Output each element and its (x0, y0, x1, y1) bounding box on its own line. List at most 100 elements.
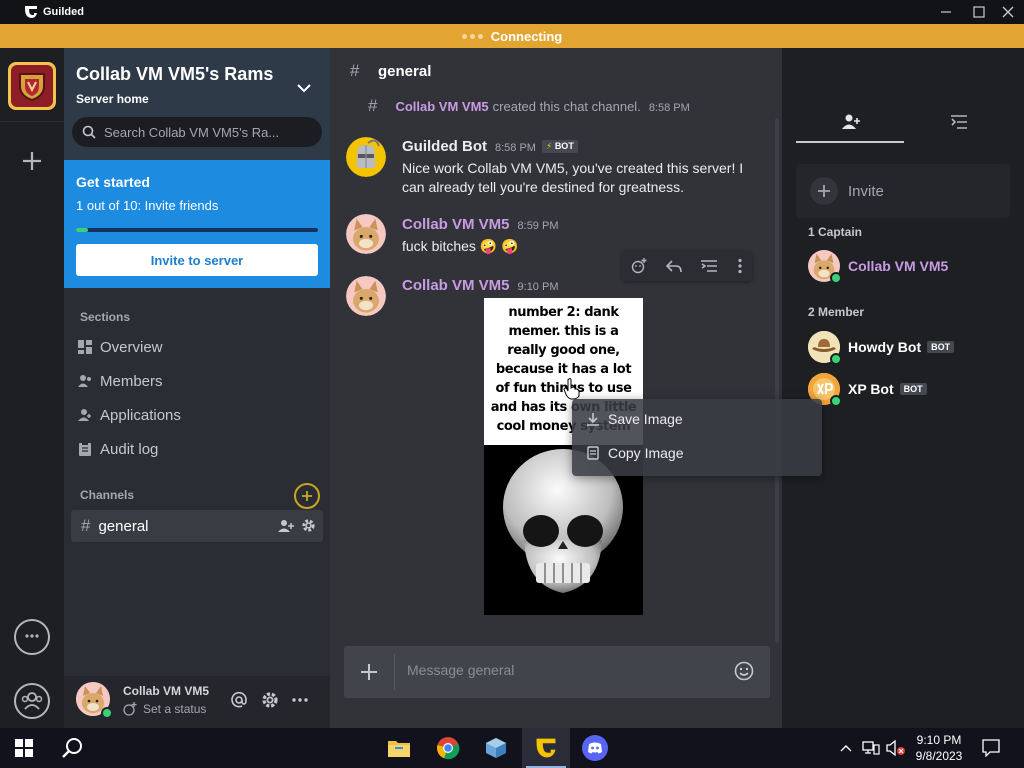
more-options-icon[interactable] (291, 691, 309, 709)
message-author[interactable]: Collab VM VM5 9:10 PM (402, 277, 558, 294)
message-input[interactable]: Message general (407, 662, 514, 678)
message-composer[interactable]: Message general (344, 646, 770, 698)
doge-avatar-icon (346, 276, 386, 316)
system-message: # Collab VM VM5 created this chat channe… (368, 96, 690, 116)
menu-item-label: Save Image (608, 411, 683, 427)
scroll-thumb[interactable] (775, 118, 779, 643)
sidebar-item-label: Overview (100, 338, 163, 356)
bot-badge: BOT (899, 383, 927, 395)
close-button[interactable] (990, 0, 1024, 24)
member-name: Collab VM VM5 (848, 258, 949, 274)
message-author[interactable]: Collab VM VM5 8:59 PM (402, 216, 558, 233)
add-member-icon[interactable] (278, 519, 294, 533)
add-reaction-icon[interactable] (631, 258, 647, 274)
clipboard-icon (79, 442, 91, 456)
copy-image-menu-item[interactable]: Copy Image (586, 445, 683, 461)
sidebar-item-applications[interactable]: Applications (78, 403, 181, 427)
emoji-icon[interactable] (734, 661, 754, 681)
sidebar-item-label: Audit log (100, 440, 159, 458)
sidebar-item-members[interactable]: Members (78, 369, 163, 393)
volume-muted-icon[interactable] (886, 740, 906, 756)
start-button[interactable] (0, 728, 48, 768)
members-panel: Invite 1 Captain Collab VM VM5 2 Member … (782, 48, 1024, 728)
add-channel-button[interactable] (294, 483, 320, 509)
search-button[interactable] (48, 728, 96, 768)
sidebar-item-label: Members (100, 372, 163, 390)
taskbar-guilded[interactable] (522, 728, 570, 768)
save-image-menu-item[interactable]: Save Image (586, 411, 683, 427)
reply-icon[interactable] (665, 258, 682, 274)
threads-tab-icon[interactable] (950, 114, 968, 130)
avatar[interactable] (346, 214, 386, 254)
system-message-user[interactable]: Collab VM VM5 (395, 99, 488, 114)
online-status-icon (830, 353, 842, 365)
member-item[interactable]: Collab VM VM5 (808, 250, 949, 284)
get-started-title: Get started (76, 174, 150, 190)
gear-icon[interactable] (301, 518, 316, 533)
clock-date: 9/8/2023 (915, 749, 963, 763)
bot-badge: ⚡ BOT (541, 140, 578, 153)
get-started-progress-bar (76, 228, 318, 232)
connection-status: Connecting (490, 28, 563, 44)
minimize-button[interactable] (928, 0, 964, 24)
doge-avatar-icon (346, 214, 386, 254)
server-sidebar: Collab VM VM5's Rams Server home Search … (64, 48, 330, 676)
member-item[interactable]: Howdy Bot BOT (808, 331, 955, 365)
chevron-up-icon[interactable] (840, 743, 852, 753)
channel-item-general[interactable]: # general (71, 510, 323, 542)
online-status-icon (830, 272, 842, 284)
avatar (808, 331, 842, 365)
system-clock[interactable]: 9:10 PM 9/8/2023 (912, 732, 966, 764)
maximize-icon (973, 6, 985, 18)
chevron-down-icon[interactable] (296, 81, 312, 95)
direct-messages-button[interactable] (14, 619, 50, 655)
more-vertical-icon[interactable] (737, 258, 743, 274)
avatar[interactable] (346, 276, 386, 316)
invite-to-server-button[interactable]: Invite to server (76, 244, 318, 276)
sections-label: Sections (80, 310, 131, 324)
sidebar-item-audit-log[interactable]: Audit log (78, 437, 158, 461)
user-name: Collab VM VM5 (123, 684, 210, 698)
settings-gear-icon[interactable] (261, 691, 279, 709)
server-header[interactable]: Collab VM VM5's Rams Server home Search … (64, 48, 330, 160)
notifications-icon[interactable] (982, 739, 1000, 757)
taskbar-chrome[interactable] (424, 728, 472, 768)
taskbar-file-explorer[interactable] (375, 728, 423, 768)
bot-badge-icon: ⚡ (545, 141, 553, 151)
add-server-icon[interactable] (19, 148, 45, 174)
message-author[interactable]: Guilded Bot 8:58 PM ⚡ BOT (402, 138, 578, 155)
friends-button[interactable] (14, 683, 50, 719)
applications-icon (78, 409, 91, 421)
avatar (808, 250, 842, 284)
sidebar-item-overview[interactable]: Overview (78, 335, 163, 359)
mention-icon[interactable] (230, 691, 248, 709)
thread-icon[interactable] (700, 258, 718, 274)
system-message-text: created this chat channel. (492, 99, 641, 114)
window-titlebar: Guilded (0, 0, 1024, 24)
shield-crest-icon (19, 73, 45, 102)
invite-label: Invite (848, 182, 884, 200)
invite-button[interactable]: Invite (796, 164, 1010, 218)
image-context-menu: Save Image Copy Image (572, 399, 822, 476)
members-tab-icon[interactable] (842, 114, 860, 130)
taskbar-virtualbox[interactable] (472, 728, 520, 768)
close-icon (1002, 6, 1014, 18)
avatar[interactable] (346, 137, 386, 177)
set-status-button[interactable]: Set a status (123, 702, 206, 716)
app-name: Guilded (43, 6, 84, 18)
chat-scrollbar[interactable] (775, 118, 779, 643)
network-icon[interactable] (862, 740, 880, 756)
member-item[interactable]: XP Bot BOT (808, 373, 927, 407)
message-time: 9:10 PM (517, 281, 559, 293)
plus-icon[interactable] (360, 663, 378, 681)
menu-item-label: Copy Image (608, 445, 684, 461)
server-search-input[interactable]: Search Collab VM VM5's Ra... (72, 117, 322, 147)
set-status-label: Set a status (143, 702, 207, 716)
search-icon (82, 125, 96, 139)
message-text: fuck bitches 🤪 🤪 (402, 238, 519, 254)
minimize-icon (941, 11, 951, 13)
message-actions-bar (622, 251, 752, 281)
member-name: Howdy Bot (848, 339, 922, 355)
taskbar-discord[interactable] (571, 728, 619, 768)
server-icon-collab-vm[interactable] (8, 62, 56, 110)
